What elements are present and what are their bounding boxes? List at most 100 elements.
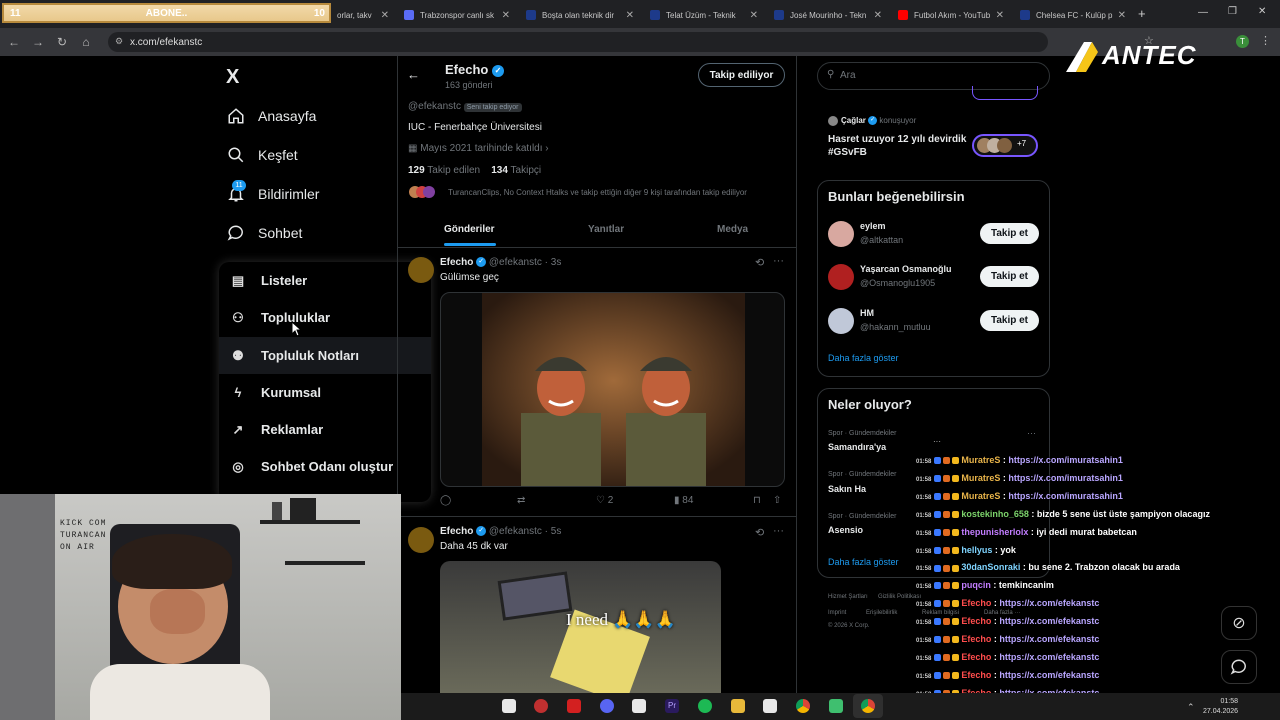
- chat-link[interactable]: https://x.com/imuratsahin1: [1008, 455, 1123, 465]
- footer-link[interactable]: Reklam bilgisi: [922, 610, 959, 616]
- taskbar-app-icon[interactable]: [502, 699, 516, 713]
- footer-link[interactable]: Hizmet Şartları: [828, 594, 868, 600]
- close-icon[interactable]: ✕: [874, 10, 882, 21]
- share-icon[interactable]: ⇧: [773, 495, 781, 506]
- post-author[interactable]: Efecho: [440, 526, 473, 537]
- spotify-icon[interactable]: [698, 699, 712, 713]
- browser-tab[interactable]: Telat Üzüm - Teknik ✕: [644, 4, 764, 26]
- avatar[interactable]: [828, 264, 854, 290]
- mutual-followers-text[interactable]: TurancanClips, No Context Htalks ve taki…: [448, 188, 788, 197]
- chat-username[interactable]: MuratreS: [961, 491, 1000, 501]
- clock[interactable]: 01:58 27.04.2026: [1203, 697, 1238, 717]
- discord-icon[interactable]: [600, 699, 614, 713]
- chat-link[interactable]: https://x.com/efekanstc: [999, 652, 1099, 662]
- taskbar-app-icon[interactable]: [763, 699, 777, 713]
- avatar[interactable]: [828, 308, 854, 334]
- browser-tab[interactable]: Chelsea FC - Kulüp p ✕: [1014, 4, 1132, 26]
- chat-link[interactable]: https://x.com/imuratsahin1: [1008, 491, 1123, 501]
- tab-media[interactable]: Medya: [717, 224, 748, 235]
- chrome-icon[interactable]: [796, 699, 810, 713]
- site-info-icon[interactable]: ⚙: [115, 36, 123, 47]
- new-tab-button[interactable]: +: [1138, 6, 1146, 21]
- post-author[interactable]: Efecho: [440, 257, 473, 268]
- chat-link[interactable]: https://x.com/efekanstc: [999, 616, 1099, 626]
- close-icon[interactable]: ✕: [750, 10, 758, 21]
- chat-username[interactable]: hellyus: [961, 545, 992, 555]
- show-more-link[interactable]: Daha fazla göster: [828, 557, 899, 567]
- following-label[interactable]: Takip edilen: [427, 165, 480, 176]
- browser-tab[interactable]: José Mourinho - Tekn ✕: [768, 4, 888, 26]
- follow-button[interactable]: Takip et: [980, 266, 1039, 287]
- chat-username[interactable]: MuratreS: [961, 455, 1000, 465]
- chat-username[interactable]: MuratreS: [961, 473, 1000, 483]
- more-icon[interactable]: ···: [773, 255, 784, 267]
- taskbar-app-icon[interactable]: [534, 699, 548, 713]
- browser-tab[interactable]: Trabzonspor canlı sk ✕: [398, 4, 516, 26]
- following-count[interactable]: 129: [408, 165, 425, 176]
- show-more-link[interactable]: Daha fazla göster: [828, 353, 899, 363]
- nav-home[interactable]: Anasayfa: [226, 106, 316, 126]
- chat-username[interactable]: Efecho: [961, 616, 991, 626]
- chrome-icon[interactable]: [861, 699, 875, 713]
- following-button[interactable]: Takip ediliyor: [698, 63, 785, 87]
- post-media[interactable]: I need 🙏🙏🙏: [440, 561, 721, 693]
- nav-notifications[interactable]: 11 Bildirimler: [226, 180, 319, 204]
- trend-name[interactable]: Sakın Ha: [828, 484, 866, 494]
- close-icon[interactable]: ✕: [996, 10, 1004, 21]
- nav-explore[interactable]: Keşfet: [226, 145, 298, 165]
- grok-icon[interactable]: ⟲: [755, 526, 764, 539]
- avatar[interactable]: [408, 257, 434, 283]
- chat-username[interactable]: kostekinho_658: [961, 509, 1029, 519]
- space-title[interactable]: Hasret uzuyor 12 yılı devirdik #GSvFB: [828, 133, 968, 159]
- bookmark-icon[interactable]: ⊓: [753, 495, 761, 506]
- chat-link[interactable]: https://x.com/imuratsahin1: [1008, 473, 1123, 483]
- suggestion-name[interactable]: HM: [860, 308, 874, 318]
- views-button[interactable]: ▮ 84: [674, 495, 693, 506]
- back-icon[interactable]: ←: [2, 35, 26, 49]
- suggestion-name[interactable]: eylem: [860, 221, 886, 231]
- premiere-icon[interactable]: Pr: [665, 699, 679, 713]
- post-media[interactable]: [440, 292, 785, 487]
- minimize-icon[interactable]: —: [1198, 7, 1208, 18]
- avatar[interactable]: [408, 527, 434, 553]
- browser-tab[interactable]: Boşta olan teknik dir ✕: [520, 4, 640, 26]
- maximize-icon[interactable]: ❐: [1228, 6, 1237, 17]
- chat-username[interactable]: Efecho: [961, 652, 991, 662]
- footer-link[interactable]: Imprint: [828, 610, 846, 616]
- followers-count[interactable]: 134: [491, 165, 508, 176]
- footer-link[interactable]: Gizlilik Politikası: [878, 594, 921, 600]
- messages-floating-button[interactable]: [1221, 650, 1257, 684]
- chevron-up-icon[interactable]: ⌃: [1187, 702, 1195, 713]
- x-logo[interactable]: X: [226, 66, 239, 89]
- suggestion-handle[interactable]: @altkattan: [860, 235, 903, 245]
- follow-button[interactable]: Takip et: [980, 310, 1039, 331]
- taskbar-app-icon[interactable]: [632, 699, 646, 713]
- footer-link[interactable]: Erişilebilirlik: [866, 610, 897, 616]
- browser-tab[interactable]: orlar, takv ✕: [331, 4, 395, 26]
- back-arrow-icon[interactable]: ←: [407, 67, 420, 82]
- chat-username[interactable]: thepunisherlolx: [961, 527, 1028, 537]
- close-icon[interactable]: ✕: [626, 10, 634, 21]
- chat-username[interactable]: puqcin: [961, 580, 991, 590]
- suggestion-handle[interactable]: @hakann_mutluu: [860, 322, 931, 332]
- reply-icon[interactable]: ◯: [440, 495, 451, 506]
- address-bar[interactable]: ⚙ x.com/efekanstc: [108, 32, 1048, 52]
- browser-tab[interactable]: Futbol Akım - YouTub ✕: [892, 4, 1010, 26]
- chat-username[interactable]: 30danSonraki: [961, 562, 1020, 572]
- avatar[interactable]: [828, 221, 854, 247]
- chat-username[interactable]: Efecho: [961, 634, 991, 644]
- taskbar-app-icon[interactable]: [829, 699, 843, 713]
- post-handle[interactable]: @efekanstc: [489, 526, 542, 537]
- profile-avatar[interactable]: T: [1236, 35, 1249, 48]
- file-explorer-icon[interactable]: [731, 699, 745, 713]
- suggestion-name[interactable]: Yaşarcan Osmanoğlu: [860, 264, 952, 274]
- forward-icon[interactable]: →: [26, 35, 50, 49]
- suggestion-handle[interactable]: @Osmanoglu1905: [860, 278, 935, 288]
- post-time[interactable]: 3s: [551, 257, 562, 268]
- close-icon[interactable]: ✕: [1118, 10, 1126, 21]
- close-icon[interactable]: ✕: [381, 10, 389, 21]
- grok-icon[interactable]: ⟲: [755, 256, 764, 269]
- chat-link[interactable]: https://x.com/efekanstc: [999, 634, 1099, 644]
- post-handle[interactable]: @efekanstc: [489, 257, 542, 268]
- browser-menu-icon[interactable]: ⋮: [1260, 34, 1271, 47]
